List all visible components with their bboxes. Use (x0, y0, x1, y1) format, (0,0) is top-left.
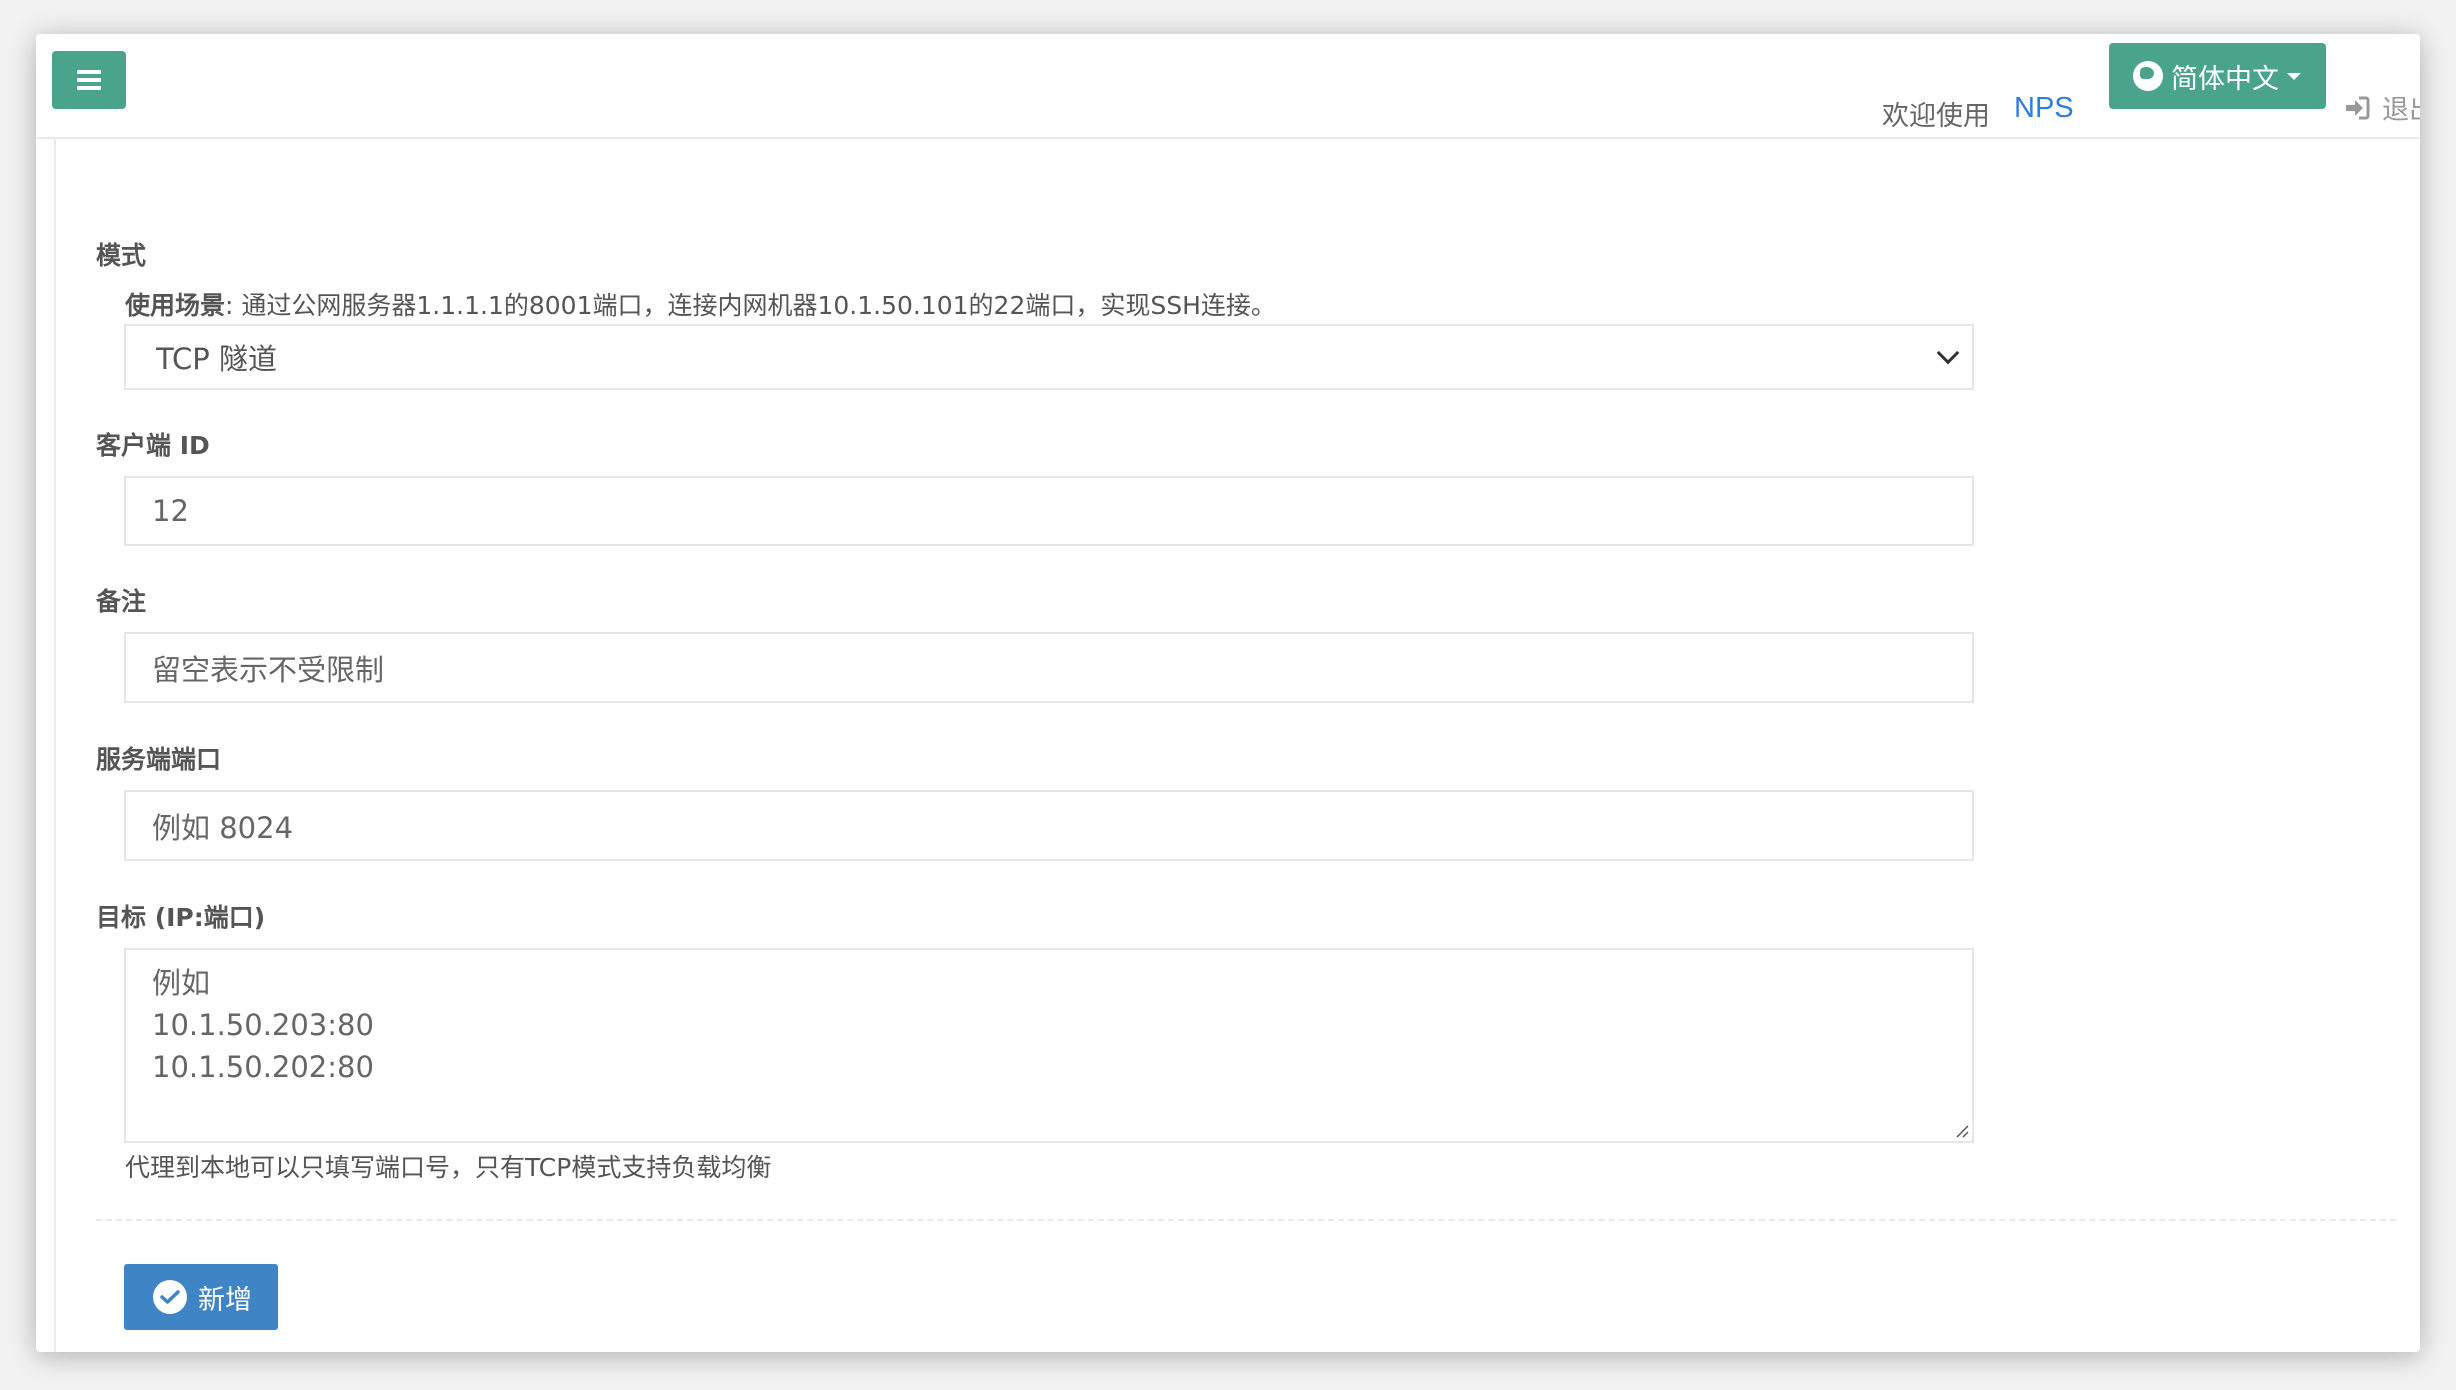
logout-link[interactable]: 退出 (2344, 88, 2420, 127)
server-port-label: 服务端端口 (96, 745, 222, 774)
add-button[interactable]: 新增 (124, 1264, 278, 1330)
check-circle-icon (153, 1280, 187, 1314)
target-textarea[interactable]: 例如 10.1.50.203:80 10.1.50.202:80 (124, 948, 1974, 1143)
scenario-title: 使用场景 (125, 291, 226, 320)
target-help-text: 代理到本地可以只填写端口号，只有TCP模式支持负载均衡 (125, 1153, 772, 1182)
language-label: 简体中文 (2171, 63, 2279, 95)
resize-handle-icon[interactable] (1955, 1124, 1969, 1138)
target-placeholder: 例如 10.1.50.203:80 10.1.50.202:80 (152, 966, 374, 1084)
brand-link[interactable]: NPS (2014, 92, 2074, 125)
scenario-text: : 通过公网服务器1.1.1.1的8001端口，连接内网机器10.1.50.10… (225, 291, 1276, 320)
server-port-input[interactable]: 例如 8024 (124, 790, 1974, 861)
form-divider (96, 1219, 2396, 1221)
add-button-label: 新增 (198, 1284, 252, 1316)
hamburger-icon (77, 66, 101, 94)
mode-select-value: TCP 隧道 (156, 342, 277, 376)
top-navbar: 欢迎使用 NPS 简体中文 退出 (36, 34, 2420, 139)
globe-icon (2133, 61, 2163, 91)
menu-toggle-button[interactable] (52, 51, 126, 109)
language-dropdown-button[interactable]: 简体中文 (2109, 43, 2326, 109)
chevron-down-icon (1936, 341, 1960, 365)
sign-in-icon (2346, 96, 2370, 119)
scenario-hint: 使用场景: 通过公网服务器1.1.1.1的8001端口，连接内网机器10.1.5… (125, 286, 1276, 322)
client-id-input[interactable]: 12 (124, 476, 1974, 546)
target-label: 目标 (IP:端口) (96, 903, 266, 932)
server-port-placeholder: 例如 8024 (152, 810, 294, 845)
mode-label: 模式 (96, 241, 147, 270)
mode-select[interactable]: TCP 隧道 (124, 324, 1974, 390)
remark-input[interactable]: 留空表示不受限制 (124, 632, 1974, 703)
remark-placeholder: 留空表示不受限制 (152, 652, 385, 687)
welcome-text: 欢迎使用 (1882, 101, 1990, 132)
client-id-value: 12 (152, 494, 189, 528)
remark-label: 备注 (96, 587, 147, 616)
client-id-label: 客户端 ID (96, 431, 210, 460)
app-window: 欢迎使用 NPS 简体中文 退出 模式 使用场景: 通过公网服务器1.1.1.1… (36, 34, 2420, 1352)
logout-label: 退出 (2382, 95, 2420, 126)
caret-down-icon (2287, 72, 2301, 80)
